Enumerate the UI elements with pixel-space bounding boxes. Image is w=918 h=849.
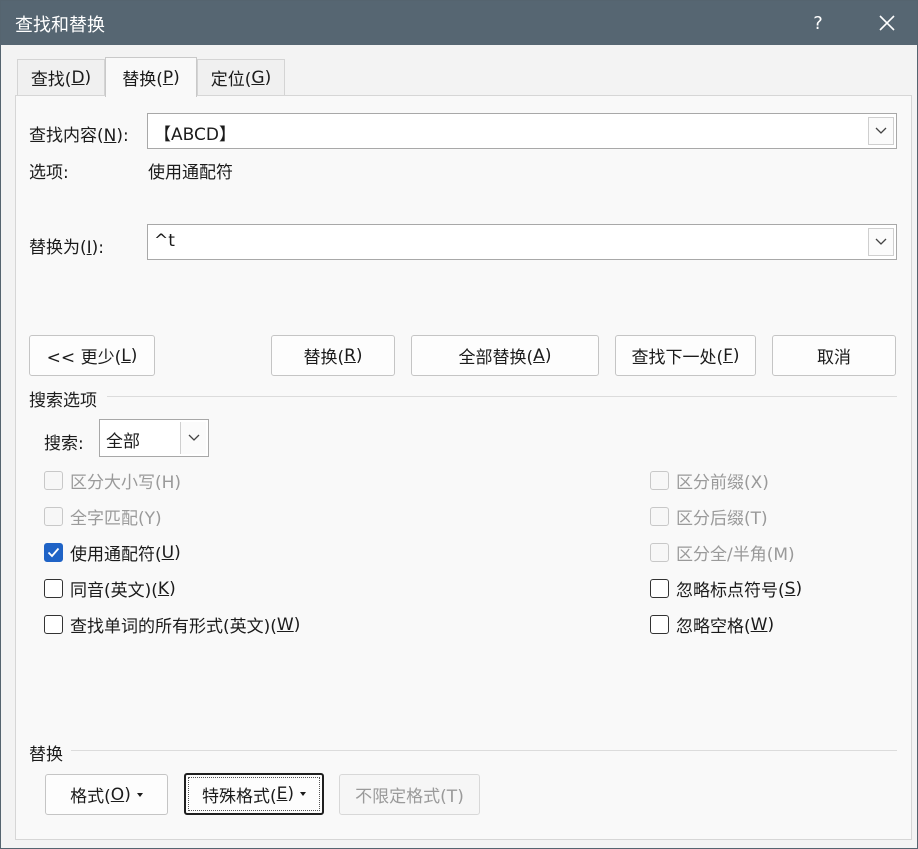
replace-section-divider [71, 750, 897, 751]
ignore-punctuation-checkbox[interactable]: 忽略标点符号(S) [650, 576, 802, 601]
checkbox-box [650, 615, 669, 634]
all-word-forms-checkbox[interactable]: 查找单词的所有形式(英文)(W) [44, 612, 300, 637]
close-button[interactable] [863, 1, 911, 45]
checkbox-box [44, 471, 63, 490]
chevron-down-icon [875, 127, 887, 134]
cancel-button[interactable]: 取消 [772, 335, 896, 376]
chevron-down-icon [875, 238, 887, 245]
title-bar[interactable]: 查找和替换 ? [1, 1, 917, 45]
tab-goto[interactable]: 定位(G) [197, 59, 285, 95]
checkbox-box [44, 543, 63, 562]
checkmark-icon [47, 547, 60, 558]
search-direction-dropdown-button[interactable] [180, 422, 206, 454]
help-button[interactable]: ? [797, 1, 839, 45]
sounds-like-checkbox[interactable]: 同音(英文)(K) [44, 576, 176, 601]
checkbox-box [44, 615, 63, 634]
dropdown-caret-icon [300, 792, 307, 796]
options-value: 使用通配符 [148, 163, 233, 183]
match-case-checkbox[interactable]: 区分大小写(H) [44, 468, 181, 493]
replace-input-value: ^t [154, 231, 175, 251]
special-format-button[interactable]: 特殊格式(E) [184, 773, 324, 815]
find-next-button[interactable]: 查找下一处(F) [615, 335, 756, 376]
replace-all-button[interactable]: 全部替换(A) [411, 335, 599, 376]
checkbox-box [650, 471, 669, 490]
find-replace-dialog: 查找和替换 ? 查找(D) 替换(P) 定位(G) 查找内容(N): 【ABCD… [0, 0, 918, 849]
search-direction-value: 全部 [106, 432, 140, 452]
dropdown-caret-icon [136, 792, 143, 797]
no-formatting-button[interactable]: 不限定格式(T) [339, 774, 480, 815]
search-options-divider [107, 396, 897, 397]
window-title: 查找和替换 [15, 15, 105, 36]
checkbox-box [650, 579, 669, 598]
replace-input[interactable]: ^t [147, 224, 897, 260]
replace-button[interactable]: 替换(R) [271, 335, 395, 376]
tab-replace[interactable]: 替换(P) [105, 57, 197, 97]
tab-find[interactable]: 查找(D) [17, 59, 105, 95]
less-button[interactable]: << 更少(L) [29, 335, 155, 376]
options-label: 选项: [29, 163, 69, 183]
checkbox-box [44, 579, 63, 598]
checkbox-box [650, 543, 669, 562]
find-input[interactable]: 【ABCD】 [147, 113, 897, 149]
match-prefix-checkbox[interactable]: 区分前缀(X) [650, 468, 769, 493]
find-input-value: 【ABCD】 [154, 125, 236, 145]
close-icon [879, 15, 895, 31]
search-direction-label: 搜索: [44, 434, 84, 454]
checkbox-box [44, 507, 63, 526]
checkbox-box [650, 507, 669, 526]
replace-section-title: 替换 [29, 745, 63, 765]
search-options-title: 搜索选项 [29, 391, 97, 411]
ignore-whitespace-checkbox[interactable]: 忽略空格(W) [650, 612, 774, 637]
replace-label: 替换为(I): [29, 238, 105, 258]
replace-dropdown-button[interactable] [868, 228, 894, 256]
find-label: 查找内容(N): [29, 126, 129, 146]
search-direction-select[interactable]: 全部 [99, 419, 209, 457]
chevron-down-icon [188, 434, 199, 441]
help-icon: ? [813, 12, 823, 34]
whole-word-checkbox[interactable]: 全字匹配(Y) [44, 504, 162, 529]
find-dropdown-button[interactable] [868, 117, 894, 145]
use-wildcards-checkbox[interactable]: 使用通配符(U) [44, 540, 181, 565]
match-suffix-checkbox[interactable]: 区分后缀(T) [650, 504, 768, 529]
format-button[interactable]: 格式(O) [45, 774, 168, 815]
match-width-checkbox[interactable]: 区分全/半角(M) [650, 540, 795, 565]
